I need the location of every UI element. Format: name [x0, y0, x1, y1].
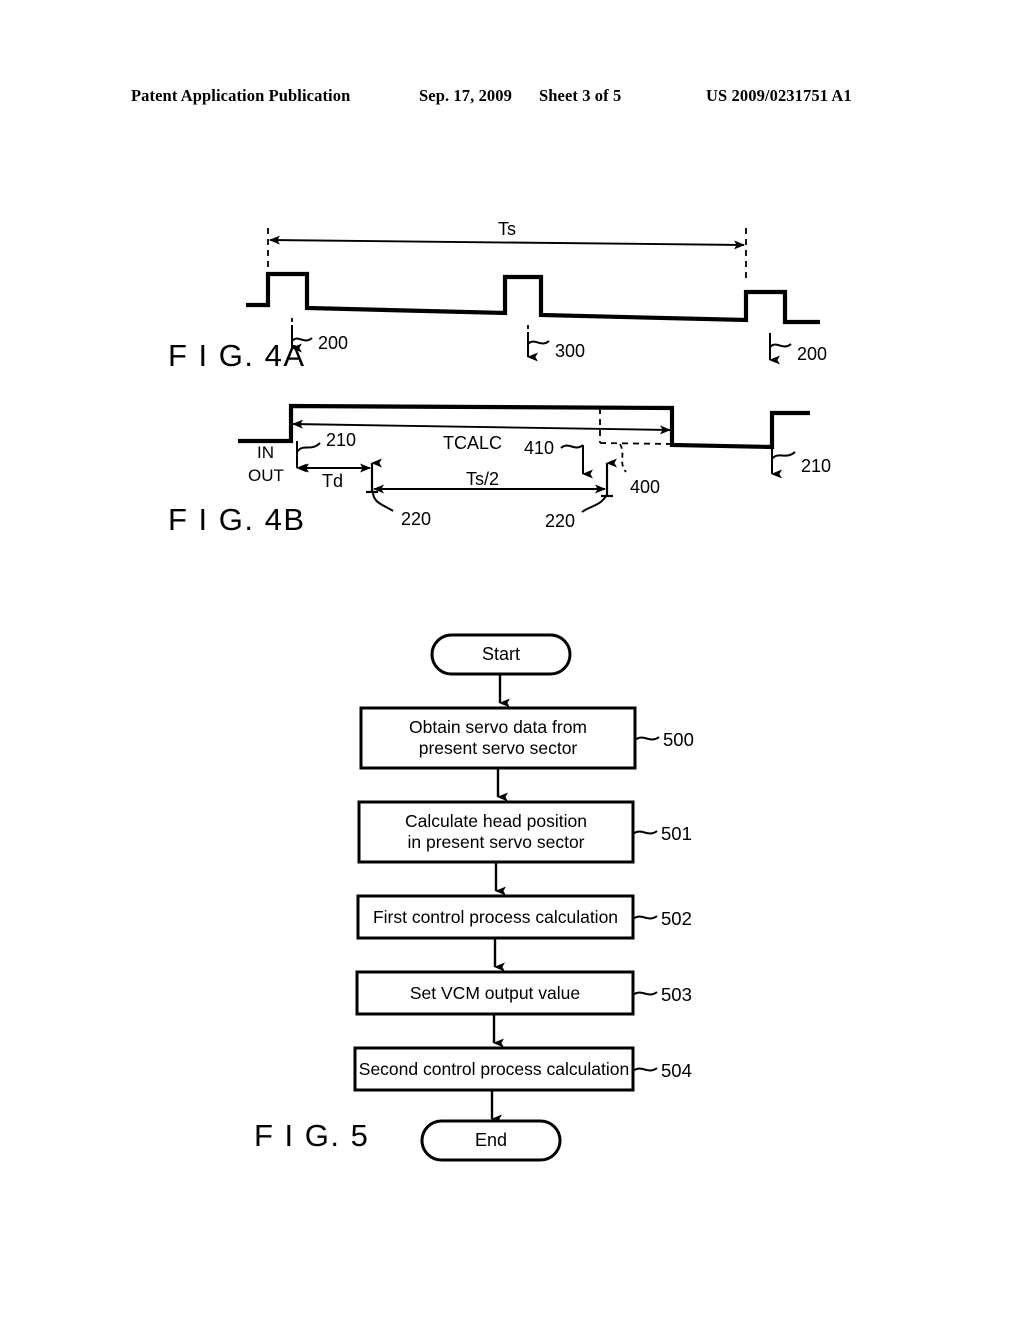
fig5-ref-leader-500 [634, 736, 660, 741]
fig4b-label: F I G. 4B [168, 502, 306, 537]
fig5-ref-leader-502 [632, 915, 658, 920]
fig4a-ts-dimension-arrow [269, 235, 745, 250]
fig4b-ts-half-label: Ts/2 [466, 469, 500, 489]
page-header: Patent Application Publication Sep. 17, … [0, 86, 1024, 112]
fig5-start-label: Start [481, 644, 520, 664]
fig4b-callout-410-text: 410 [524, 438, 555, 458]
fig4a-callout-200-right-curl [769, 343, 792, 348]
fig5-step-label-503: Set VCM output value [409, 982, 581, 1003]
fig4b-callout-210-left-curl [296, 442, 321, 453]
fig4b-tcalc-label: TCALC [443, 433, 503, 453]
fig4b-callout-220-left-text: 220 [401, 509, 432, 529]
fig4a-waveform [246, 271, 820, 325]
fig4b-callout-220-right-leader [581, 495, 607, 513]
fig4b-td-label: Td [322, 471, 344, 491]
fig5-step-label-502: First control process calculation [372, 906, 619, 927]
fig5-ref-leader-503 [632, 991, 658, 996]
header-patent-number: US 2009/0231751 A1 [706, 86, 852, 105]
fig5-step-label-500: Obtain servo data from present servo sec… [409, 717, 587, 758]
fig4a-callout-200-right-text: 200 [797, 344, 828, 364]
fig5-label: F I G. 5 [254, 1118, 370, 1153]
header-sheet-text: Sheet 3 of 5 [539, 86, 622, 105]
fig4b-callout-220-left-leader [372, 491, 394, 512]
fig5-step-ref-500: 500 [663, 729, 694, 750]
fig4b-callout-410-curl [560, 444, 584, 449]
fig4a-label: F I G. 4A [168, 338, 306, 373]
fig5-ref-leader-504 [632, 1067, 658, 1072]
fig4a-callout-300-curl [527, 340, 550, 345]
fig4b-dashed-horizontal [599, 442, 673, 445]
fig4a-callout-200-left-text: 200 [318, 333, 349, 353]
fig4b-callout-400-leader [619, 443, 627, 473]
fig4b-out-label: OUT [248, 466, 284, 485]
fig4b-callout-210-left-text: 210 [326, 430, 357, 450]
fig4a-callout-300-text: 300 [555, 341, 586, 361]
fig5-end-label: End [474, 1130, 508, 1150]
fig5-step-label-504: Second control process calculation [358, 1058, 630, 1079]
fig5-step-ref-502: 502 [661, 908, 692, 929]
header-publication-text: Patent Application Publication [131, 86, 351, 105]
fig5-ref-leader-501 [632, 830, 658, 835]
fig5-step-ref-504: 504 [661, 1060, 692, 1081]
fig5-step-label-501: Calculate head position in present servo… [405, 811, 587, 852]
fig5-step-ref-503: 503 [661, 984, 692, 1005]
fig4b-in-label: IN [257, 443, 274, 462]
fig4b-callout-220-right-text: 220 [545, 511, 576, 531]
fig4b-callout-210-right-text: 210 [801, 456, 832, 476]
fig4b-group [238, 403, 810, 513]
fig5-step-ref-501: 501 [661, 823, 692, 844]
fig4b-callout-400-text: 400 [630, 477, 661, 497]
header-date-text: Sep. 17, 2009 [419, 86, 512, 105]
fig4b-callout-210-right-curl [771, 451, 796, 460]
fig4a-ts-label: Ts [498, 219, 516, 239]
